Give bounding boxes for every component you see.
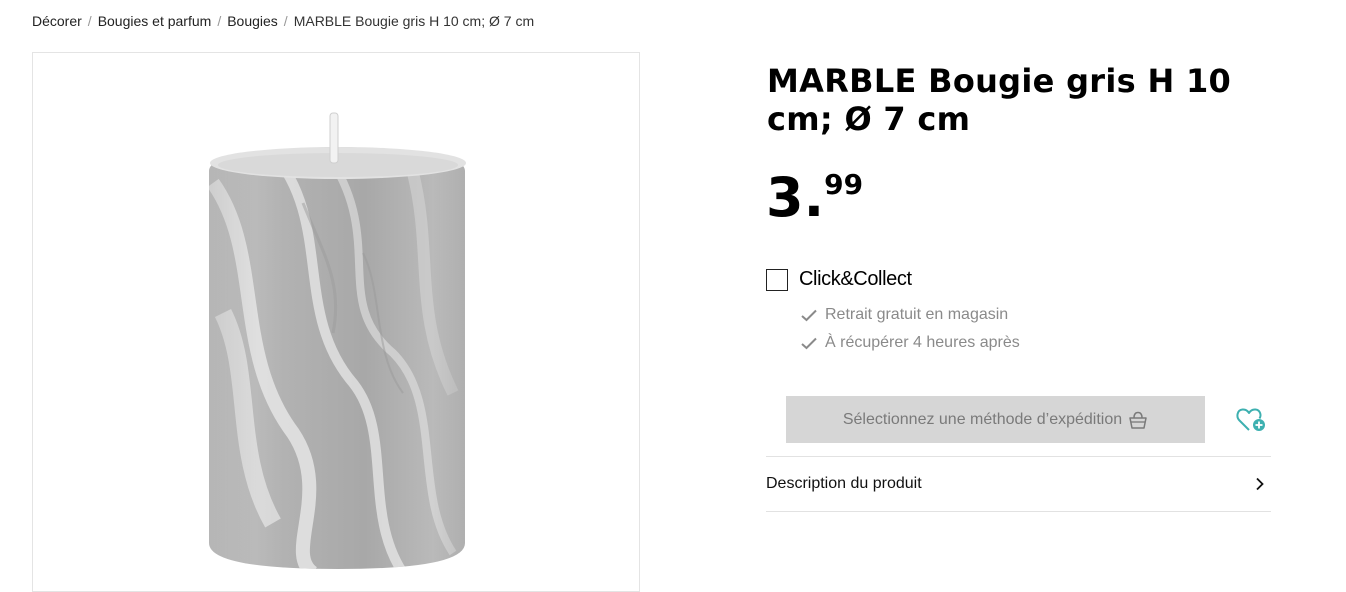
breadcrumb-bougies[interactable]: Bougies — [227, 13, 278, 29]
breadcrumb-current: MARBLE Bougie gris H 10 cm; Ø 7 cm — [293, 13, 535, 29]
feature-text: Retrait gratuit en magasin — [825, 306, 1009, 323]
select-shipping-method-button[interactable]: Sélectionnez une méthode d’expédition — [786, 396, 1205, 443]
divider — [766, 511, 1271, 512]
description-label: Description du produit — [766, 475, 922, 492]
feature-free-pickup: Retrait gratuit en magasin — [801, 306, 1008, 324]
breadcrumb-decorer[interactable]: Décorer — [32, 13, 82, 29]
check-icon — [801, 309, 817, 321]
basket-icon — [1129, 411, 1147, 429]
breadcrumb-separator: / — [87, 13, 92, 29]
feature-text: À récupérer 4 heures après — [825, 334, 1020, 351]
product-title: MARBLE Bougie gris H 10 cm; Ø 7 cm — [767, 62, 1232, 138]
heart-plus-icon — [1236, 408, 1265, 431]
check-icon — [801, 337, 817, 349]
click-collect-checkbox[interactable] — [766, 268, 788, 291]
price-decimal: 99 — [824, 168, 864, 201]
chevron-right-icon — [1256, 477, 1264, 491]
price-integer: 3. — [766, 166, 825, 229]
candle-image — [209, 112, 466, 569]
breadcrumb-separator: / — [283, 13, 288, 29]
product-price: 3.99 — [766, 168, 863, 228]
click-collect-option[interactable]: Click&Collect — [766, 268, 912, 291]
breadcrumb-bougies-et-parfum[interactable]: Bougies et parfum — [98, 13, 212, 29]
breadcrumb-separator: / — [217, 13, 222, 29]
shipping-button-label: Sélectionnez une méthode d’expédition — [842, 410, 1123, 428]
product-image[interactable] — [32, 52, 640, 592]
click-collect-label: Click&Collect — [799, 268, 912, 290]
product-description-accordion[interactable]: Description du produit — [766, 457, 1271, 511]
breadcrumb: Décorer / Bougies et parfum / Bougies / … — [32, 13, 534, 29]
add-to-wishlist-button[interactable] — [1236, 406, 1268, 434]
feature-pickup-time: À récupérer 4 heures après — [801, 334, 1020, 352]
